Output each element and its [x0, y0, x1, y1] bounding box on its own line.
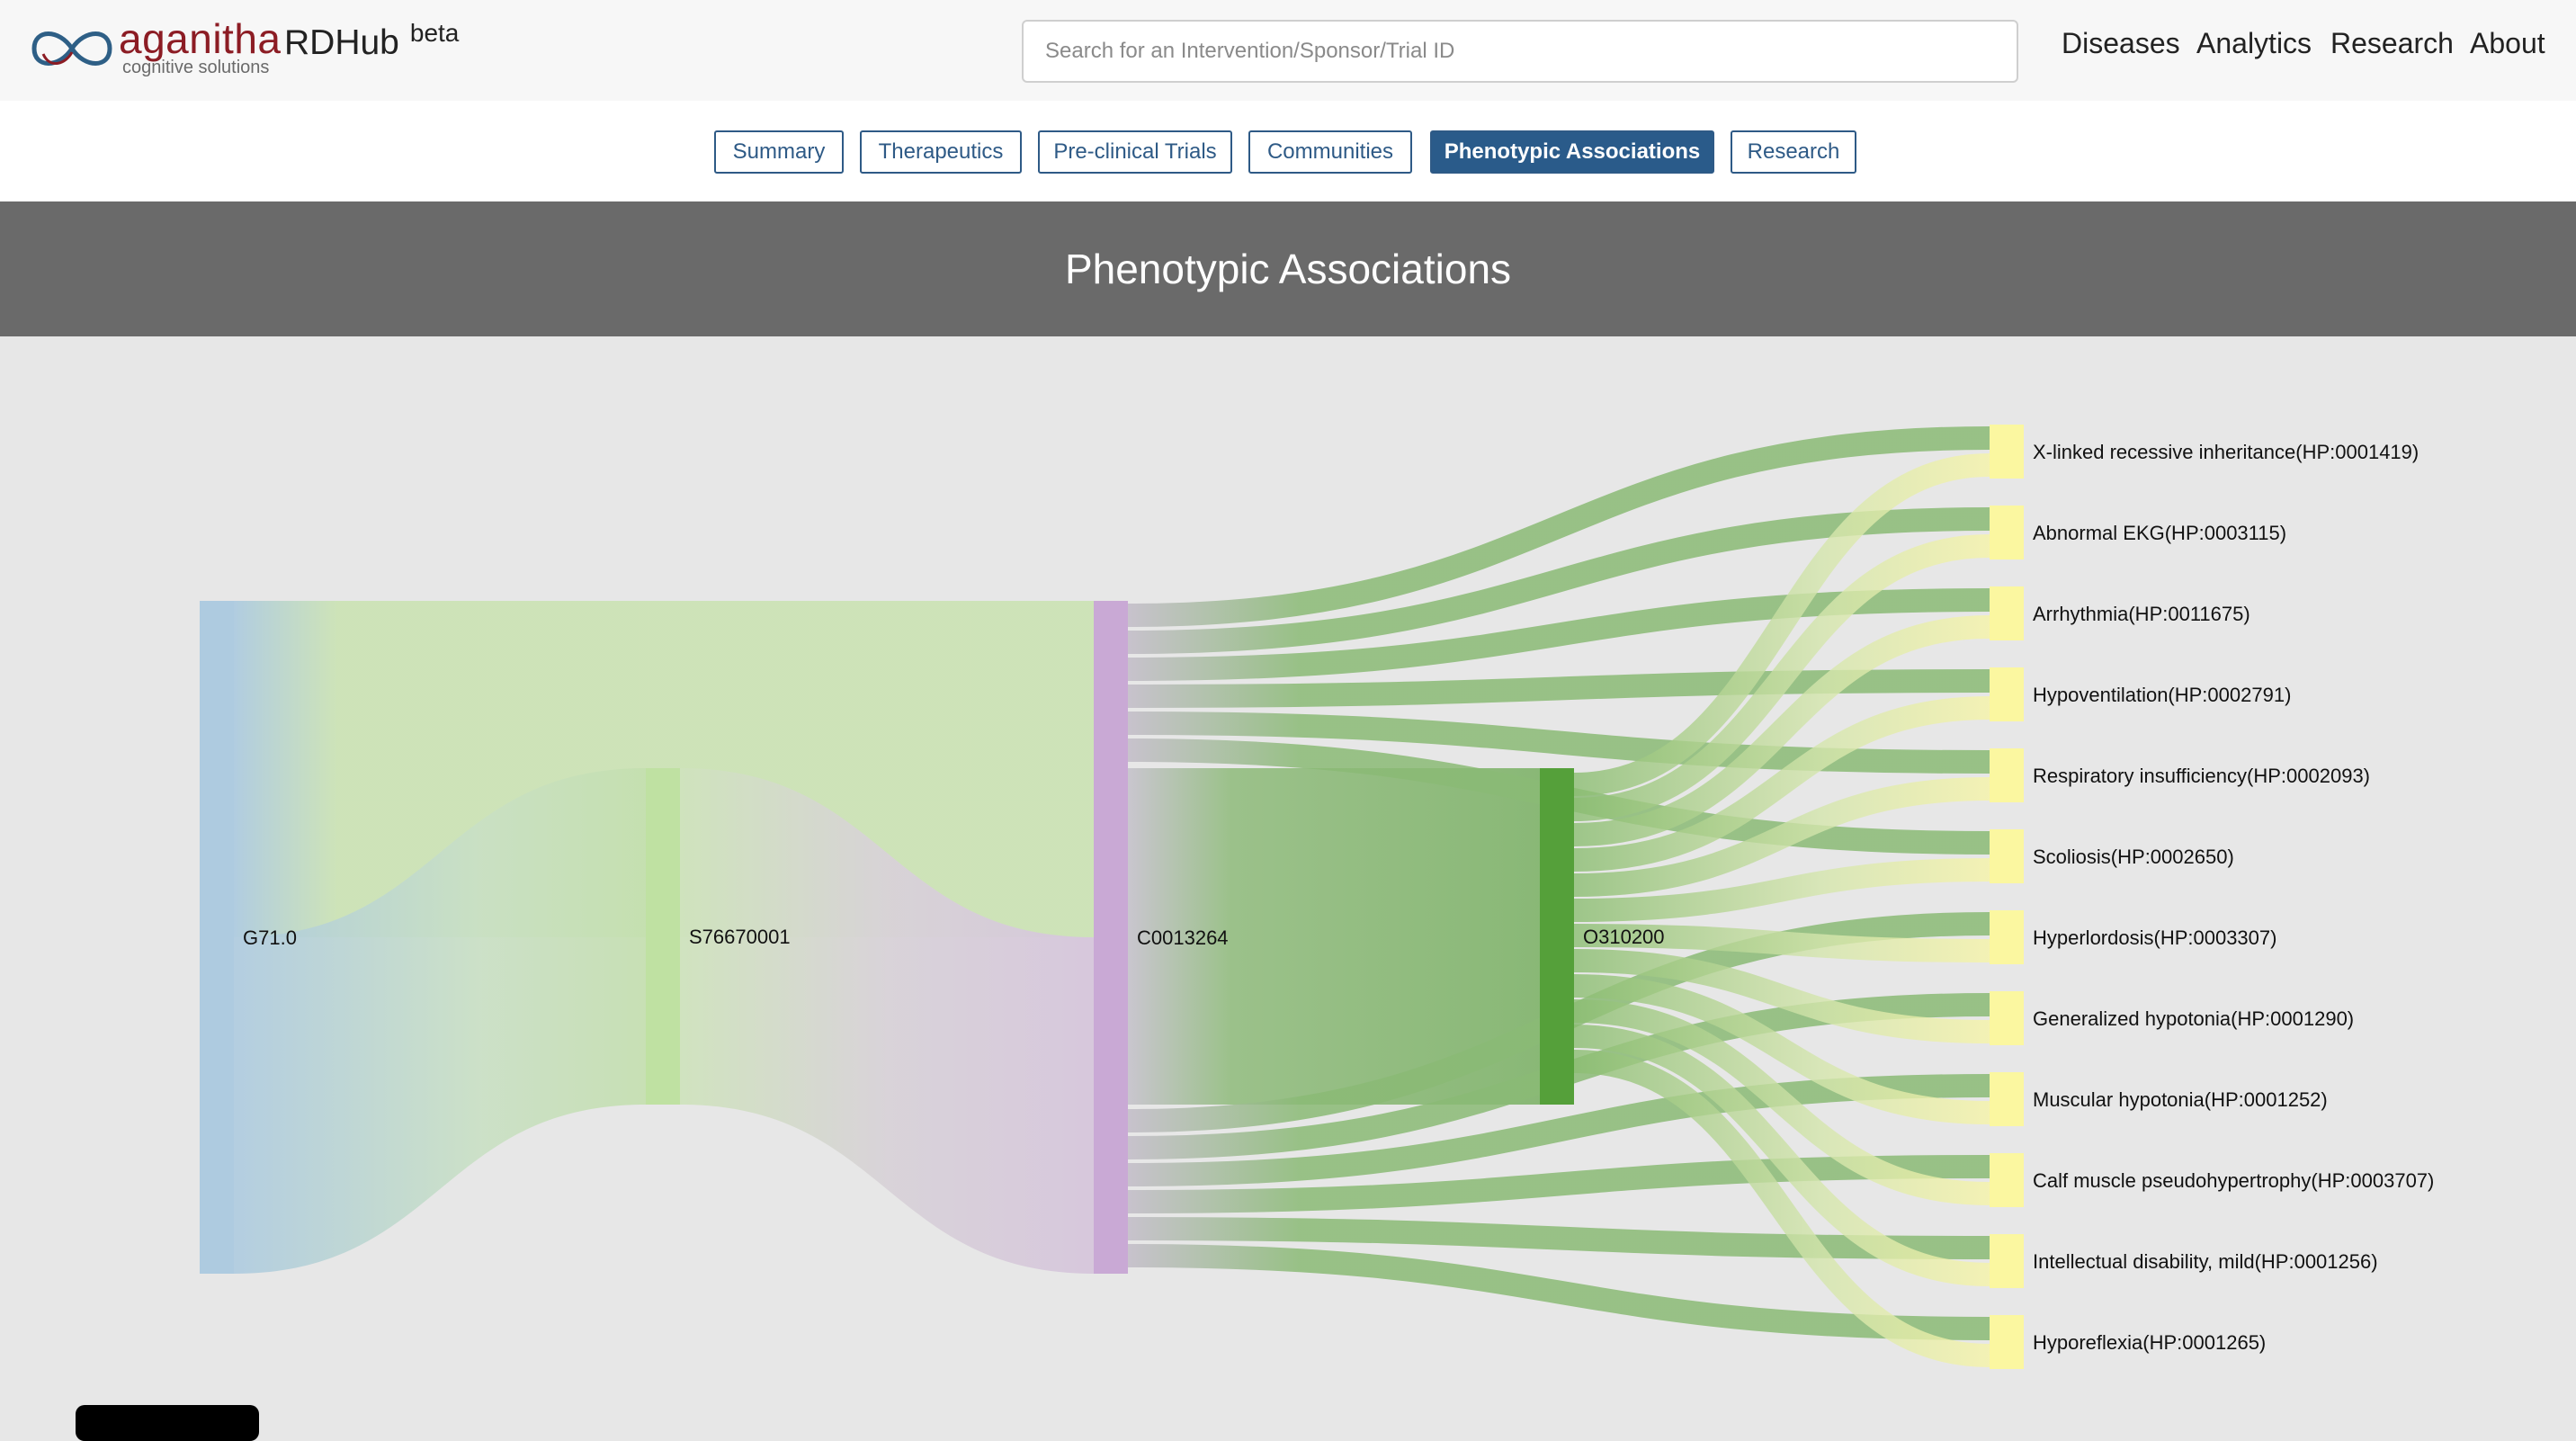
sankey-node-label-hyporeflexia-hp-0001265: Hyporeflexia(HP:0001265)	[2033, 1331, 2266, 1354]
sankey-node-o310200[interactable]	[1540, 768, 1574, 1105]
sankey-link-c0013264-to-hypoventilation-hp-0002791	[1127, 669, 1990, 708]
sankey-node-label-hyperlordosis-hp-0003307: Hyperlordosis(HP:0003307)	[2033, 926, 2276, 949]
sankey-node-hyporeflexia-hp-0001265[interactable]	[1990, 1315, 2024, 1369]
aganitha-logo[interactable]: aganitha cognitive solutions	[27, 15, 281, 81]
infinity-logo-icon	[31, 31, 112, 66]
tab-research[interactable]: Research	[1731, 130, 1856, 174]
tab-therapeutics[interactable]: Therapeutics	[860, 130, 1022, 174]
sankey-node-hypoventilation-hp-0002791[interactable]	[1990, 667, 2024, 721]
sankey-svg: G71.0 S76670001 C0013264 O310200 X-linked re…	[200, 425, 2434, 1369]
section-title: Phenotypic Associations	[0, 201, 2576, 336]
nav-research[interactable]: Research	[2330, 27, 2454, 60]
sankey-node-intellectual-disability-mild-hp-0001256[interactable]	[1990, 1234, 2024, 1288]
nav-about[interactable]: About	[2470, 27, 2545, 60]
sankey-node-label-s76670001: S76670001	[689, 926, 791, 948]
sankey-node-g71-0[interactable]	[200, 601, 234, 1274]
sankey-node-label-hypoventilation-hp-0002791: Hypoventilation(HP:0002791)	[2033, 684, 2291, 706]
section-tab-bar: Summary Therapeutics Pre-clinical Trials…	[0, 101, 2576, 201]
nav-diseases[interactable]: Diseases	[2062, 27, 2180, 60]
sankey-node-respiratory-insufficiency-hp-0002093[interactable]	[1990, 748, 2024, 802]
sankey-node-label-muscular-hypotonia-hp-0001252: Muscular hypotonia(HP:0001252)	[2033, 1088, 2328, 1111]
sankey-node-c0013264[interactable]	[1094, 601, 1128, 1274]
app-title[interactable]: RDHub beta	[284, 19, 459, 63]
sankey-node-s76670001[interactable]	[646, 768, 680, 1105]
sankey-node-generalized-hypotonia-hp-0001290[interactable]	[1990, 991, 2024, 1045]
floating-action-button[interactable]	[76, 1405, 259, 1441]
sankey-node-label-calf-muscle-pseudohypertrophy-hp-0003707: Calf muscle pseudohypertrophy(HP:0003707…	[2033, 1169, 2434, 1192]
tab-pre-clinical-trials[interactable]: Pre-clinical Trials	[1038, 130, 1232, 174]
sankey-node-abnormal-ekg-hp-0003115[interactable]	[1990, 506, 2024, 559]
sankey-node-x-linked-recessive-inheritance-hp-0001419[interactable]	[1990, 425, 2024, 479]
beta-badge: beta	[409, 19, 460, 47]
sankey-node-label-respiratory-insufficiency-hp-0002093: Respiratory insufficiency(HP:0002093)	[2033, 765, 2370, 787]
app-name: RDHub	[284, 23, 399, 62]
sankey-node-label-o310200: O310200	[1583, 926, 1665, 948]
sankey-node-label-intellectual-disability-mild-hp-0001256: Intellectual disability, mild(HP:0001256…	[2033, 1250, 2378, 1273]
sankey-chart: G71.0 S76670001 C0013264 O310200 X-linked re…	[0, 336, 2576, 1416]
sankey-node-label-abnormal-ekg-hp-0003115: Abnormal EKG(HP:0003115)	[2033, 522, 2286, 544]
logo-name: aganitha	[119, 15, 282, 62]
sankey-node-hyperlordosis-hp-0003307[interactable]	[1990, 910, 2024, 964]
sankey-node-label-x-linked-recessive-inheritance-hp-0001419: X-linked recessive inheritance(HP:000141…	[2033, 441, 2419, 463]
search-input[interactable]	[1022, 20, 2018, 83]
sankey-node-label-g71-0: G71.0	[243, 926, 297, 949]
sankey-node-calf-muscle-pseudohypertrophy-hp-0003707[interactable]	[1990, 1153, 2024, 1207]
tab-communities[interactable]: Communities	[1248, 130, 1412, 174]
sankey-node-muscular-hypotonia-hp-0001252[interactable]	[1990, 1072, 2024, 1126]
top-navbar: aganitha cognitive solutions RDHub beta D…	[0, 0, 2576, 103]
sankey-node-label-scoliosis-hp-0002650: Scoliosis(HP:0002650)	[2033, 846, 2234, 868]
sankey-node-arrhythmia-hp-0011675[interactable]	[1990, 586, 2024, 640]
nav-analytics[interactable]: Analytics	[2196, 27, 2312, 60]
sankey-node-label-generalized-hypotonia-hp-0001290: Generalized hypotonia(HP:0001290)	[2033, 1007, 2354, 1030]
tab-summary[interactable]: Summary	[714, 130, 844, 174]
sankey-node-label-c0013264: C0013264	[1137, 926, 1229, 949]
logo-tagline: cognitive solutions	[122, 58, 270, 77]
sankey-node-label-arrhythmia-hp-0011675: Arrhythmia(HP:0011675)	[2033, 603, 2250, 625]
sankey-node-scoliosis-hp-0002650[interactable]	[1990, 829, 2024, 883]
tab-phenotypic-associations[interactable]: Phenotypic Associations	[1430, 130, 1714, 174]
